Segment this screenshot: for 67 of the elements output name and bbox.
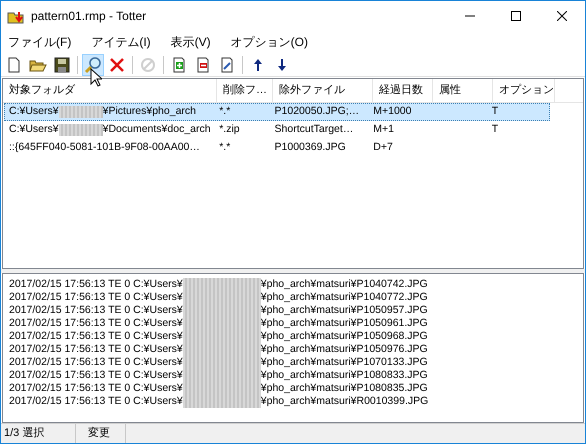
table-cell-text: C:¥Users¥ — [9, 104, 59, 120]
save-icon — [54, 56, 70, 72]
maximize-icon — [511, 11, 521, 21]
menu-item[interactable]: 表示(V) — [166, 32, 216, 52]
menu-item[interactable]: オプション(O) — [226, 32, 313, 52]
column-header[interactable]: オプション — [493, 79, 555, 102]
status-text: 1/3 選択 — [1, 424, 76, 443]
redaction-block — [58, 106, 103, 118]
log-text: 2017/02/15 17:56:13 TE 0 C:¥Users¥ — [9, 354, 183, 370]
search-icon — [84, 56, 102, 74]
window-title: pattern01.rmp - Totter — [31, 8, 146, 25]
table-cell-text: M+1000 — [373, 104, 412, 120]
column-header[interactable]: 属性 — [433, 79, 493, 102]
search-button[interactable] — [82, 54, 104, 76]
table-cell-text: T — [492, 104, 498, 120]
stop-icon — [140, 56, 156, 72]
log-text: 2017/02/15 17:56:13 TE 0 C:¥Users¥ — [9, 342, 183, 357]
add-item-icon — [171, 56, 187, 72]
table-row[interactable]: C:¥Users¥ ¥Pictures¥pho_arch *.* P1020050.JPG;… M+1000 T — [4, 103, 550, 121]
table-row[interactable]: C:¥Users¥ ¥Documents¥doc_arch *.zip ShortcutTarget… M+1 T — [4, 121, 550, 139]
menu-item[interactable]: アイテム(I) — [86, 32, 156, 52]
table-cell-text: D+7 — [373, 140, 393, 156]
table-row[interactable]: ::{645FF040-5081-101B-9F08-00AA00… *.* P1000369.JPG D+7 — [4, 139, 550, 157]
table-cell-text: P1000369.JPG — [274, 140, 346, 156]
log-text: ¥pho_arch¥matsuri¥P1050957.JPG — [260, 302, 428, 318]
log-text: 2017/02/15 17:56:13 TE 0 C:¥Users¥ — [9, 302, 183, 318]
log-text: 2017/02/15 17:56:13 TE 0 C:¥Users¥ — [9, 276, 183, 292]
table-cell-text: ShortcutTarget… — [274, 122, 354, 138]
log-text: 2017/02/15 17:56:13 TE 0 C:¥Users¥ — [9, 380, 183, 396]
remove-item-icon — [195, 56, 211, 72]
log-text: 2017/02/15 17:56:13 TE 0 C:¥Users¥ — [9, 290, 183, 305]
log-text: 2017/02/15 17:56:13 TE 0 C:¥Users¥ — [9, 316, 183, 331]
log-text: ¥pho_arch¥matsuri¥R0010399.JPG — [260, 394, 428, 409]
table-cell-text: T — [492, 122, 498, 138]
log-text: ¥pho_arch¥matsuri¥P1050961.JPG — [260, 316, 428, 331]
column-header[interactable]: 経過日数 — [373, 79, 433, 102]
log-text: ¥pho_arch¥matsuri¥P1050976.JPG — [260, 342, 428, 357]
log-text: ¥pho_arch¥matsuri¥P1040742.JPG — [260, 276, 428, 292]
log-text: 2017/02/15 17:56:13 TE 0 C:¥Users¥ — [9, 394, 183, 409]
log-text: ¥pho_arch¥matsuri¥P1070133.JPG — [260, 354, 428, 370]
log-text: ¥pho_arch¥matsuri¥P1080833.JPG — [260, 368, 428, 383]
table-cell-text: C:¥Users¥ — [9, 122, 59, 138]
up-arrow-icon — [252, 56, 264, 72]
log-text: 2017/02/15 17:56:13 TE 0 C:¥Users¥ — [9, 368, 183, 383]
table-cell-text: *.* — [219, 140, 230, 156]
log-text: ¥pho_arch¥matsuri¥P1080835.JPG — [260, 380, 428, 396]
table-cell-text: ¥Documents¥doc_arch — [102, 122, 211, 138]
log-text: ¥pho_arch¥matsuri¥P1040772.JPG — [260, 290, 428, 305]
column-header[interactable]: 除外ファイル — [273, 79, 373, 102]
down-arrow-icon — [276, 56, 288, 72]
table-cell-text: ::{645FF040-5081-101B-9F08-00AA00… — [9, 140, 200, 156]
log-text: 2017/02/15 17:56:13 TE 0 C:¥Users¥ — [9, 328, 183, 344]
table-cell-text: ¥Pictures¥pho_arch — [102, 104, 196, 120]
table-cell-text: *.* — [219, 104, 230, 120]
menu-item[interactable]: ファイル(F) — [3, 32, 76, 52]
edit-item-icon — [219, 56, 235, 72]
close-icon — [557, 11, 567, 21]
table-cell-text: M+1 — [373, 122, 394, 138]
table-cell-text: P1020050.JPG;… — [274, 104, 360, 120]
table-cell-text: *.zip — [219, 122, 240, 138]
log-text: ¥pho_arch¥matsuri¥P1050968.JPG — [260, 328, 428, 344]
mouse-cursor-icon — [90, 68, 102, 87]
new-file-icon — [6, 56, 22, 72]
column-header[interactable]: 削除フ… — [217, 79, 273, 102]
redaction-block — [58, 124, 103, 136]
status-text: 変更 — [76, 424, 126, 443]
delete-icon — [109, 56, 125, 72]
